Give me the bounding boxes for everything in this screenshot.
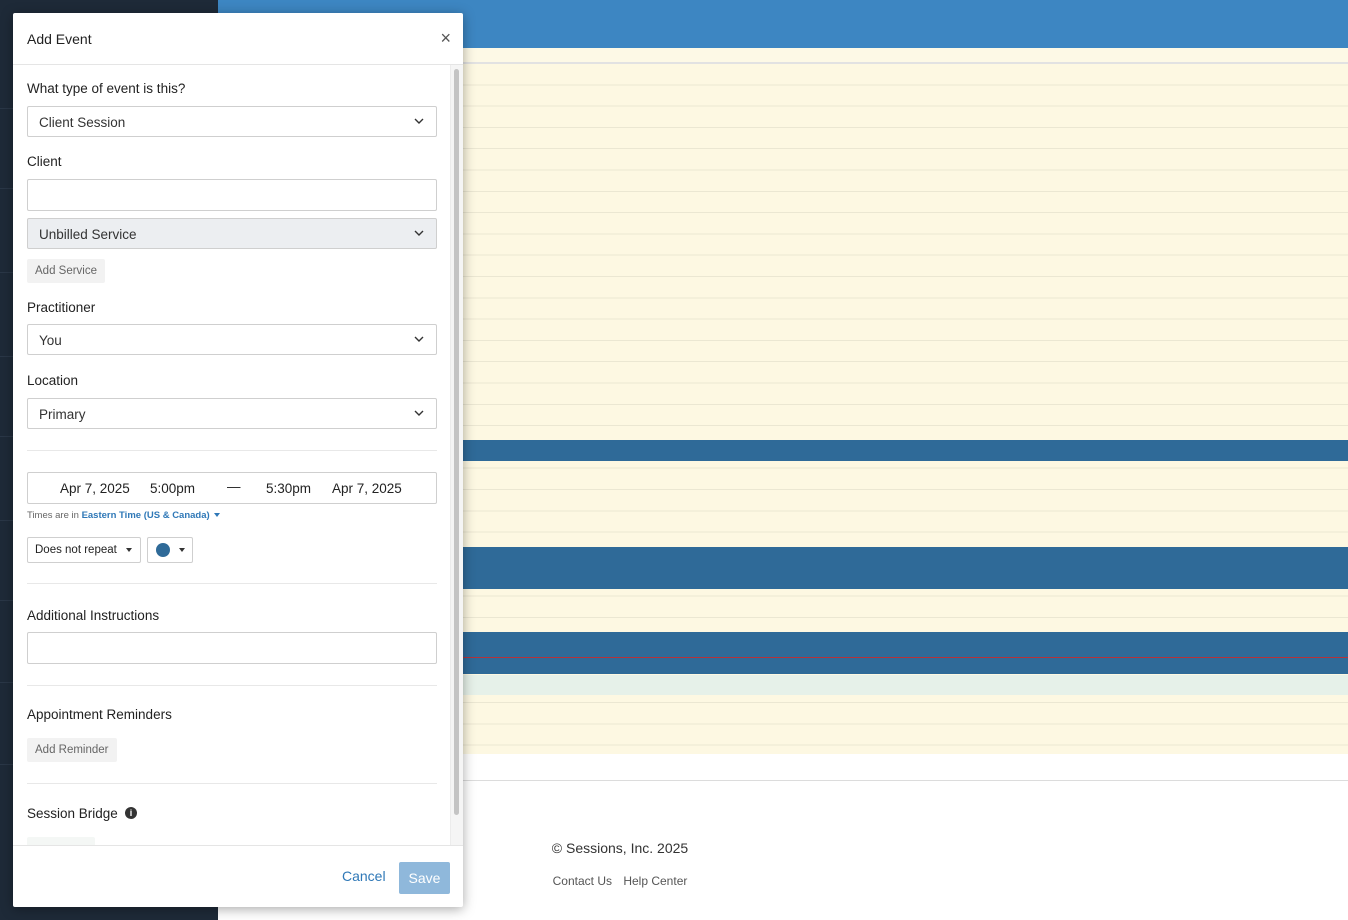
modal-title: Add Event xyxy=(27,31,92,47)
start-time[interactable]: 5:00pm xyxy=(150,481,195,496)
color-swatch xyxy=(156,543,170,557)
practitioner-select[interactable]: You xyxy=(27,324,437,355)
modal-body: What type of event is this? Client Sessi… xyxy=(13,65,463,845)
chevron-down-icon xyxy=(414,118,424,124)
session-bridge-label: Session Bridge xyxy=(27,806,118,821)
timezone-link[interactable]: Eastern Time (US & Canada) xyxy=(82,510,220,521)
client-label: Client xyxy=(27,154,62,169)
add-reminder-button[interactable]: Add Reminder xyxy=(27,738,117,762)
caret-down-icon xyxy=(126,548,132,552)
practitioner-value: You xyxy=(39,333,62,348)
location-select[interactable]: Primary xyxy=(27,398,437,429)
event-type-value: Client Session xyxy=(39,115,126,130)
chevron-down-icon xyxy=(414,336,424,342)
service-select[interactable]: Unbilled Service xyxy=(27,218,437,249)
repeat-dropdown[interactable]: Does not repeat xyxy=(27,537,141,563)
add-event-modal: Add Event × What type of event is this? … xyxy=(13,13,463,907)
session-bridge-toggle[interactable] xyxy=(27,837,95,845)
footer-link-help[interactable]: Help Center xyxy=(623,874,687,888)
color-picker[interactable] xyxy=(147,537,193,563)
instructions-label: Additional Instructions xyxy=(27,608,160,623)
timezone-note: Times are in Eastern Time (US & Canada) xyxy=(27,510,220,521)
timezone-name: Eastern Time (US & Canada) xyxy=(81,510,210,521)
reminders-label: Appointment Reminders xyxy=(27,707,172,722)
section-divider xyxy=(27,685,437,686)
modal-header: Add Event × xyxy=(13,13,463,65)
section-divider xyxy=(27,450,437,451)
caret-down-icon xyxy=(213,513,220,518)
range-separator: — xyxy=(227,479,241,494)
cancel-button[interactable]: Cancel xyxy=(342,868,386,884)
start-date[interactable]: Apr 7, 2025 xyxy=(60,481,130,496)
caret-down-icon xyxy=(179,548,185,552)
add-service-button[interactable]: Add Service xyxy=(27,259,106,283)
event-type-label: What type of event is this? xyxy=(27,81,186,96)
event-type-select[interactable]: Client Session xyxy=(27,106,437,137)
save-button[interactable]: Save xyxy=(399,862,450,894)
close-button[interactable]: × xyxy=(440,28,451,48)
end-date[interactable]: Apr 7, 2025 xyxy=(332,481,402,496)
location-value: Primary xyxy=(39,407,86,422)
modal-footer: Cancel Save xyxy=(13,845,463,908)
datetime-range: Apr 7, 2025 5:00pm — 5:30pm Apr 7, 2025 xyxy=(27,472,437,504)
section-divider xyxy=(27,783,437,784)
chevron-down-icon xyxy=(414,410,424,416)
section-divider xyxy=(27,583,437,584)
service-value: Unbilled Service xyxy=(39,227,137,242)
info-icon[interactable]: i xyxy=(125,807,137,819)
chevron-down-icon xyxy=(414,230,424,236)
end-time[interactable]: 5:30pm xyxy=(266,481,311,496)
location-label: Location xyxy=(27,373,79,388)
practitioner-label: Practitioner xyxy=(27,300,96,315)
repeat-value: Does not repeat xyxy=(35,544,117,556)
instructions-input[interactable] xyxy=(27,632,437,664)
client-input[interactable] xyxy=(27,179,437,211)
timezone-prefix: Times are in xyxy=(27,510,79,521)
footer-link-contact[interactable]: Contact Us xyxy=(553,874,612,888)
